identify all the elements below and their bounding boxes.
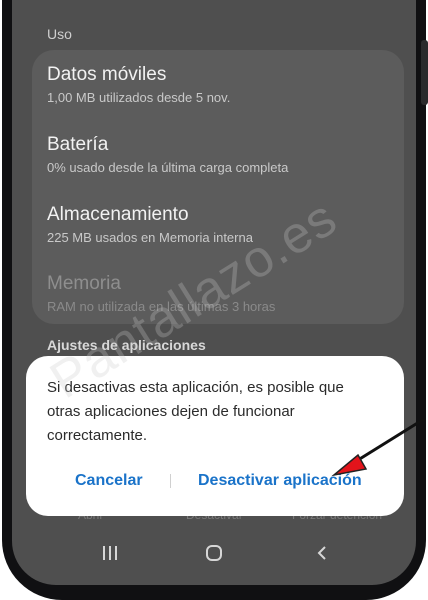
setting-title: Memoria <box>47 273 121 294</box>
recents-button[interactable] <box>90 538 130 568</box>
setting-battery[interactable]: Batería 0% usado desde la última carga c… <box>47 134 387 176</box>
setting-storage[interactable]: Almacenamiento 225 MB usados en Memoria … <box>47 204 387 246</box>
navigation-bar <box>12 538 416 568</box>
setting-subtitle: 225 MB usados en Memoria interna <box>47 230 253 245</box>
dialog-button-divider <box>170 474 171 488</box>
cancel-button[interactable]: Cancelar <box>69 470 149 492</box>
recents-icon <box>103 546 117 560</box>
usage-section-label: Uso <box>47 26 72 42</box>
setting-subtitle: 0% usado desde la última carga completa <box>47 160 289 175</box>
home-icon <box>206 545 222 561</box>
setting-subtitle: RAM no utilizada en las últimas 3 horas <box>47 299 276 314</box>
side-button <box>421 40 428 105</box>
deactivate-app-button[interactable]: Desactivar aplicación <box>192 470 368 492</box>
home-button[interactable] <box>194 538 234 568</box>
usage-card: Datos móviles 1,00 MB utilizados desde 5… <box>32 50 404 324</box>
setting-title: Almacenamiento <box>47 204 189 225</box>
setting-title: Datos móviles <box>47 64 167 85</box>
setting-subtitle: 1,00 MB utilizados desde 5 nov. <box>47 90 231 105</box>
deactivate-dialog: Si desactivas esta aplicación, es posibl… <box>26 356 404 516</box>
setting-title: Batería <box>47 134 109 155</box>
back-icon <box>317 546 326 560</box>
back-button[interactable] <box>302 538 342 568</box>
setting-memory: Memoria RAM no utilizada en las últimas … <box>47 273 387 315</box>
phone-frame: Uso Datos móviles 1,00 MB utilizados des… <box>0 0 428 600</box>
dialog-message: Si desactivas esta aplicación, es posibl… <box>47 379 344 444</box>
setting-mobile-data[interactable]: Datos móviles 1,00 MB utilizados desde 5… <box>47 64 387 106</box>
app-settings-section-label: Ajustes de aplicaciones <box>47 337 206 353</box>
